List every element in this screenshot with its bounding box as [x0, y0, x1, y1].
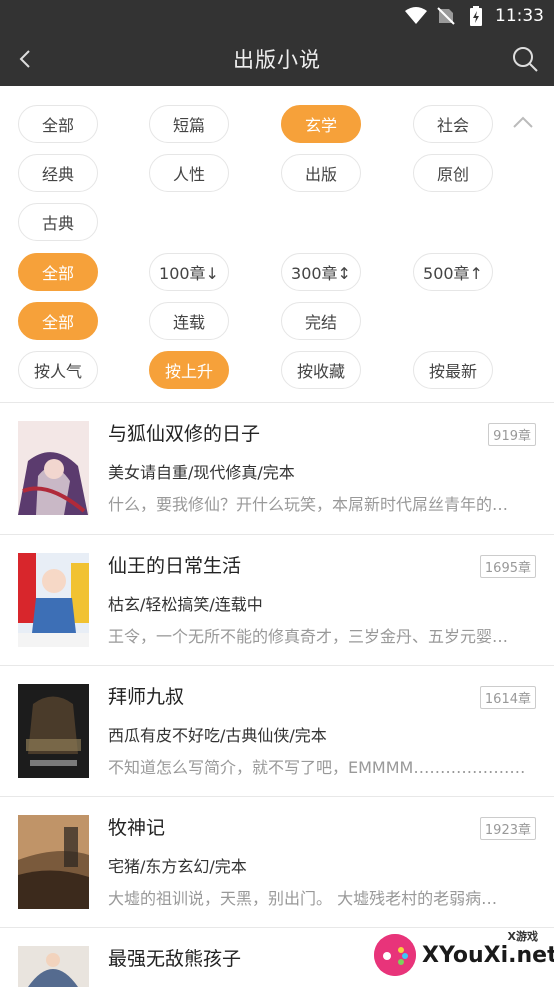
book-cover-image — [18, 815, 89, 909]
sort-chip[interactable]: 按收藏 — [281, 351, 361, 389]
collapse-chevron-icon[interactable] — [508, 112, 538, 132]
watermark-small-text: X游戏 — [507, 930, 538, 943]
filter-panel: 全部 短篇 玄学 社会 经典 人性 出版 原创 古典 全部 100章↓ 300章… — [0, 86, 554, 402]
book-title: 与狐仙双修的日子 — [108, 423, 261, 445]
chapters-chip[interactable]: 300章↕ — [281, 253, 361, 291]
status-chip[interactable]: 完结 — [281, 302, 361, 340]
book-list-item[interactable]: 牧神记 1923章 宅猪/东方玄幻/完本 大墟的祖训说，天黑，别出门。 大墟残老… — [0, 796, 554, 928]
category-chip[interactable]: 经典 — [18, 154, 98, 192]
no-sim-icon — [435, 7, 457, 25]
category-chip[interactable]: 人性 — [149, 154, 229, 192]
book-list-item[interactable]: 与狐仙双修的日子 919章 美女请自重/现代修真/完本 什么，要我修仙？开什么玩… — [0, 402, 554, 534]
chapter-count-badge: 919章 — [488, 423, 536, 446]
book-cover-image — [18, 684, 89, 778]
status-chip-selected[interactable]: 全部 — [18, 302, 98, 340]
book-cover-image — [18, 946, 89, 987]
watermark-text: XYouXi.net — [422, 942, 554, 968]
chapter-count-badge: 1923章 — [479, 817, 536, 840]
book-title: 仙王的日常生活 — [108, 555, 242, 577]
book-meta: 西瓜有皮不好吃/古典仙侠/完本 — [108, 726, 327, 745]
book-list-item[interactable]: 仙王的日常生活 1695章 枯玄/轻松搞笑/连载中 王令，一个无所不能的修真奇才… — [0, 534, 554, 666]
sort-chip-selected[interactable]: 按上升 — [149, 351, 229, 389]
book-description: 王令，一个无所不能的修真奇才，三岁金丹、五岁元婴… — [108, 627, 509, 646]
book-cover-image — [18, 553, 89, 647]
battery-icon — [465, 6, 487, 26]
category-chip-selected[interactable]: 玄学 — [281, 105, 361, 143]
chapters-chip[interactable]: 500章↑ — [413, 253, 493, 291]
book-description: 不知道怎么写简介，就不写了吧，EMMMM…………………… — [108, 758, 534, 777]
page-title: 出版小说 — [233, 48, 321, 72]
category-chip[interactable]: 社会 — [413, 105, 493, 143]
book-title: 最强无敌熊孩子 — [108, 948, 242, 970]
search-icon[interactable] — [510, 44, 540, 74]
chapters-chip-selected[interactable]: 全部 — [18, 253, 98, 291]
book-meta: 美女请自重/现代修真/完本 — [108, 463, 295, 482]
book-cover-image — [18, 421, 89, 515]
category-chip[interactable]: 原创 — [413, 154, 493, 192]
book-meta: 宅猪/东方玄幻/完本 — [108, 857, 247, 876]
book-meta: 枯玄/轻松搞笑/连载中 — [108, 595, 263, 614]
status-time: 11:33 — [495, 6, 544, 26]
chapter-count-badge: 1614章 — [479, 686, 536, 709]
category-chip[interactable]: 古典 — [18, 203, 98, 241]
book-description: 什么，要我修仙？开什么玩笑，本屌新时代屌丝青年的… — [108, 495, 509, 514]
sort-chip[interactable]: 按最新 — [413, 351, 493, 389]
category-chip[interactable]: 全部 — [18, 105, 98, 143]
gamepad-icon — [374, 934, 416, 976]
wifi-icon — [405, 7, 427, 25]
app-bar: 出版小说 — [0, 32, 554, 86]
category-chip[interactable]: 短篇 — [149, 105, 229, 143]
book-description: 大墟的祖训说，天黑，别出门。 大墟残老村的老弱病… — [108, 889, 498, 908]
category-chip[interactable]: 出版 — [281, 154, 361, 192]
watermark-logo: X游戏 XYouXi.net — [374, 930, 554, 980]
sort-chip[interactable]: 按人气 — [18, 351, 98, 389]
book-list-item[interactable]: 拜师九叔 1614章 西瓜有皮不好吃/古典仙侠/完本 不知道怎么写简介，就不写了… — [0, 665, 554, 797]
status-chip[interactable]: 连载 — [149, 302, 229, 340]
chapter-count-badge: 1695章 — [479, 555, 536, 578]
book-title: 拜师九叔 — [108, 686, 185, 708]
status-bar: 11:33 — [0, 0, 554, 32]
chapters-chip[interactable]: 100章↓ — [149, 253, 229, 291]
book-title: 牧神记 — [108, 817, 166, 839]
back-icon[interactable] — [12, 44, 42, 74]
